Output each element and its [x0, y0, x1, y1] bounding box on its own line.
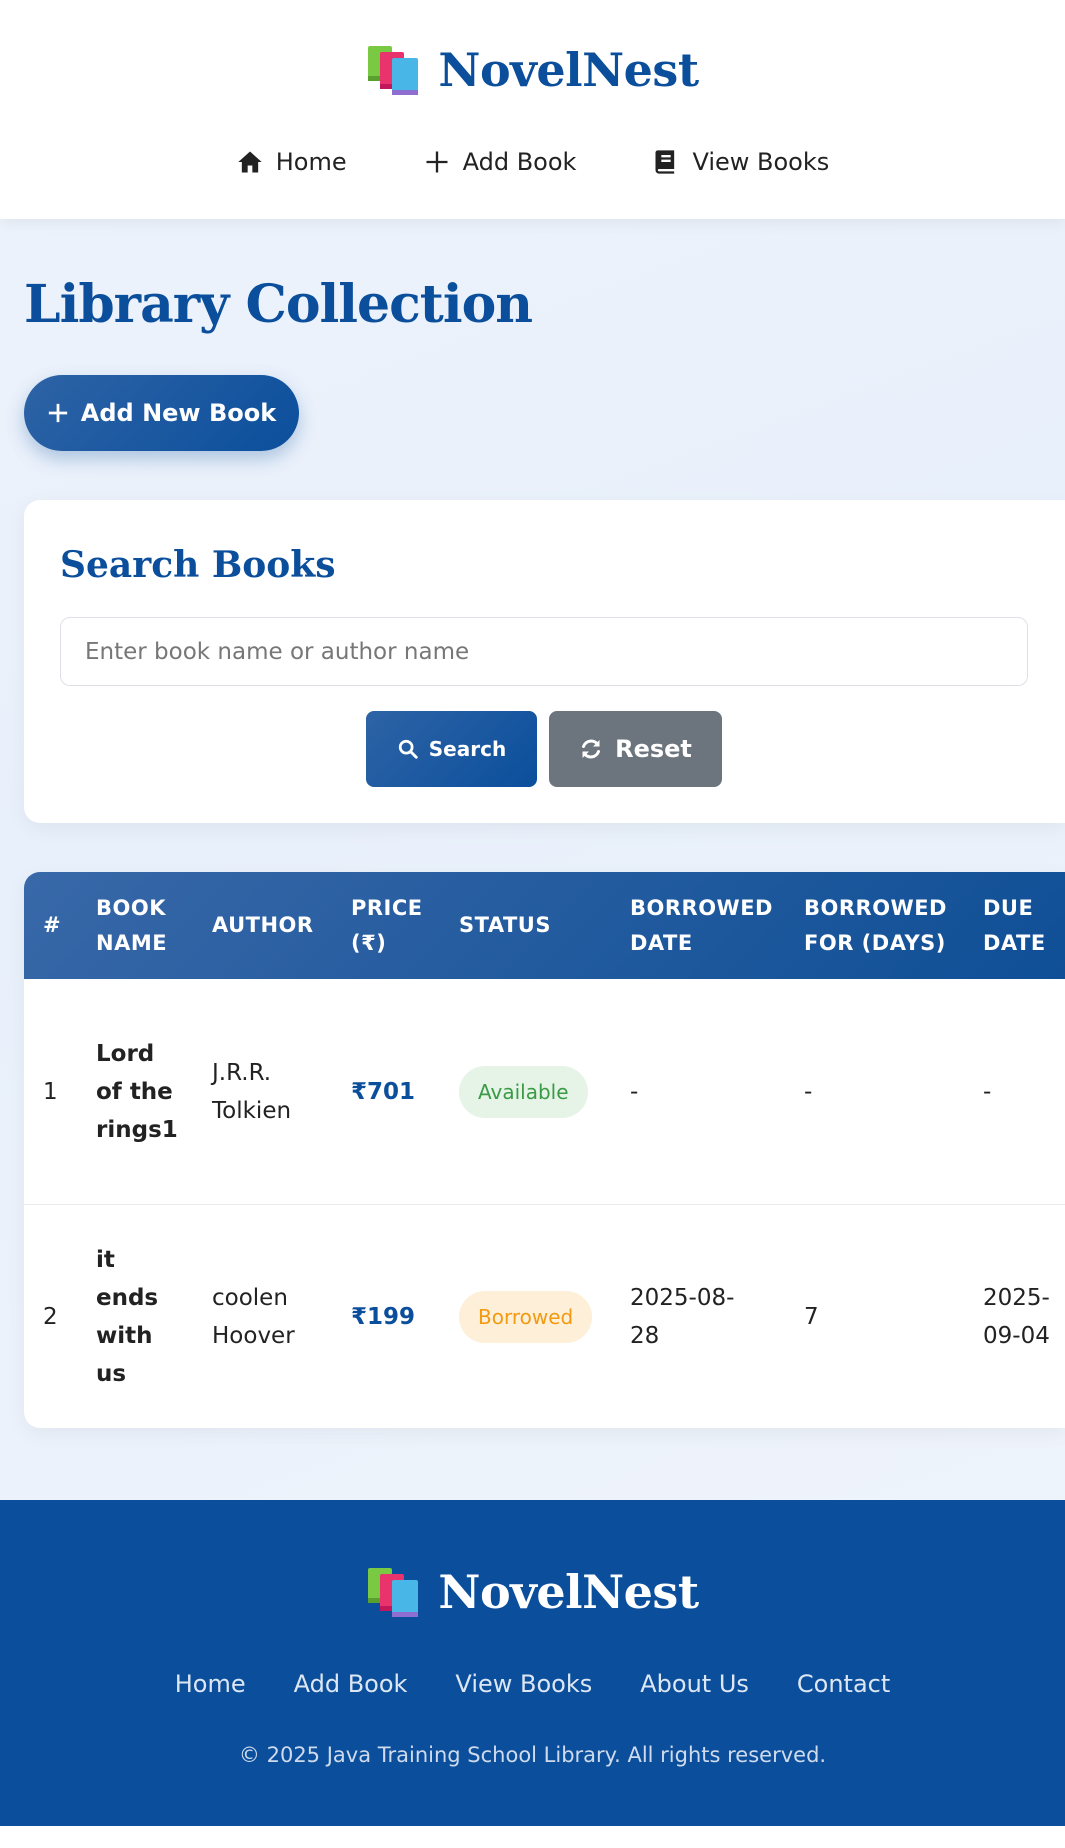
copyright-text: © 2025 Java Training School Library. All…: [238, 1743, 827, 1767]
cell-index: 2: [43, 1303, 58, 1330]
nav-item-label: View Books: [692, 148, 830, 176]
footer-brand-name: NovelNest: [438, 1565, 699, 1619]
cell-borrowed-date: -: [630, 1078, 639, 1105]
search-icon: [398, 739, 418, 759]
page-title: Library Collection: [24, 274, 533, 335]
footer-brand[interactable]: NovelNest: [0, 1560, 1065, 1624]
table-header: # BOOK NAME AUTHOR PRICE (₹) STATUS BORROW…: [24, 872, 1065, 979]
reset-button[interactable]: Reset: [549, 711, 722, 787]
home-icon: [238, 151, 262, 173]
header-status: STATUS: [459, 913, 551, 937]
main-nav: Home Add Book View Books: [0, 140, 1065, 184]
cell-status: Borrowed: [459, 1205, 593, 1428]
reset-button-label: Reset: [615, 735, 692, 763]
footer-link-view-books[interactable]: View Books: [455, 1670, 592, 1710]
header-book-name: BOOK NAME: [96, 895, 168, 955]
books-table: # BOOK NAME AUTHOR PRICE (₹) STATUS BORROW…: [24, 872, 1065, 1428]
cell-book-name: it ends with us: [96, 1246, 159, 1387]
search-button[interactable]: Search: [366, 711, 537, 787]
cell-borrowed-date: 2025-08- 28: [630, 1284, 735, 1349]
book-icon: [655, 150, 675, 174]
header-index: #: [43, 913, 62, 937]
add-new-book-label: Add New Book: [80, 399, 277, 427]
books-icon: [366, 44, 422, 96]
brand-name: NovelNest: [438, 43, 699, 97]
nav-item-label: Home: [275, 148, 347, 176]
plus-icon: [48, 403, 67, 423]
status-badge: Available: [459, 1065, 588, 1118]
table-row: 1 Lord of the rings1 J.R.R. Tolkien ₹701 Av…: [24, 979, 1065, 1205]
header-price: PRICE (₹): [351, 895, 423, 955]
footer-link-about-us[interactable]: About Us: [640, 1670, 749, 1710]
footer-link-contact[interactable]: Contact: [797, 1670, 890, 1710]
header-borrowed-for: BORROWED FOR (DAYS): [804, 895, 947, 955]
nav-item-add-book[interactable]: Add Book: [423, 140, 577, 184]
search-title: Search Books: [60, 544, 336, 586]
status-badge: Borrowed: [459, 1290, 593, 1343]
site-footer: NovelNest Home Add Book View Books About…: [0, 1500, 1065, 1826]
header-author: AUTHOR: [212, 913, 314, 937]
footer-links: Home Add Book View Books About Us Contac…: [0, 1670, 1065, 1710]
refresh-icon: [582, 739, 601, 759]
table-row: 2 it ends with us coolen Hoover ₹199 Borrowe…: [24, 1205, 1065, 1428]
cell-borrowed-for: 7: [804, 1303, 819, 1330]
cell-price: ₹701: [351, 1078, 416, 1105]
cell-price: ₹199: [351, 1303, 416, 1330]
cell-book-name: Lord of the rings1: [96, 1040, 178, 1143]
search-input[interactable]: [60, 617, 1028, 686]
header-borrowed-date: BORROWED DATE: [630, 895, 773, 955]
plus-icon: [426, 151, 448, 173]
footer-link-add-book[interactable]: Add Book: [294, 1670, 408, 1710]
cell-index: 1: [43, 1078, 58, 1105]
cell-due-date: -: [983, 1078, 992, 1105]
books-icon: [366, 1566, 422, 1618]
brand-logo[interactable]: NovelNest: [0, 38, 1065, 102]
cell-due-date: 2025- 09-04: [983, 1284, 1050, 1349]
bottom-strip: [0, 1826, 1065, 1848]
nav-item-label: Add Book: [462, 148, 577, 176]
search-card: Search Books Search Reset: [24, 500, 1065, 823]
cell-borrowed-for: -: [804, 1078, 813, 1105]
cell-author: coolen Hoover: [212, 1284, 295, 1349]
header-due-date: DUE DATE: [983, 895, 1046, 955]
cell-author: J.R.R. Tolkien: [212, 1059, 292, 1124]
cell-status: Available: [459, 979, 588, 1204]
nav-item-view-books[interactable]: View Books: [652, 140, 829, 184]
site-header: NovelNest Home Add Book View Books: [0, 0, 1065, 219]
search-button-label: Search: [428, 737, 507, 761]
nav-item-home[interactable]: Home: [236, 140, 347, 184]
footer-link-home[interactable]: Home: [175, 1670, 246, 1710]
add-new-book-button[interactable]: Add New Book: [24, 375, 299, 451]
